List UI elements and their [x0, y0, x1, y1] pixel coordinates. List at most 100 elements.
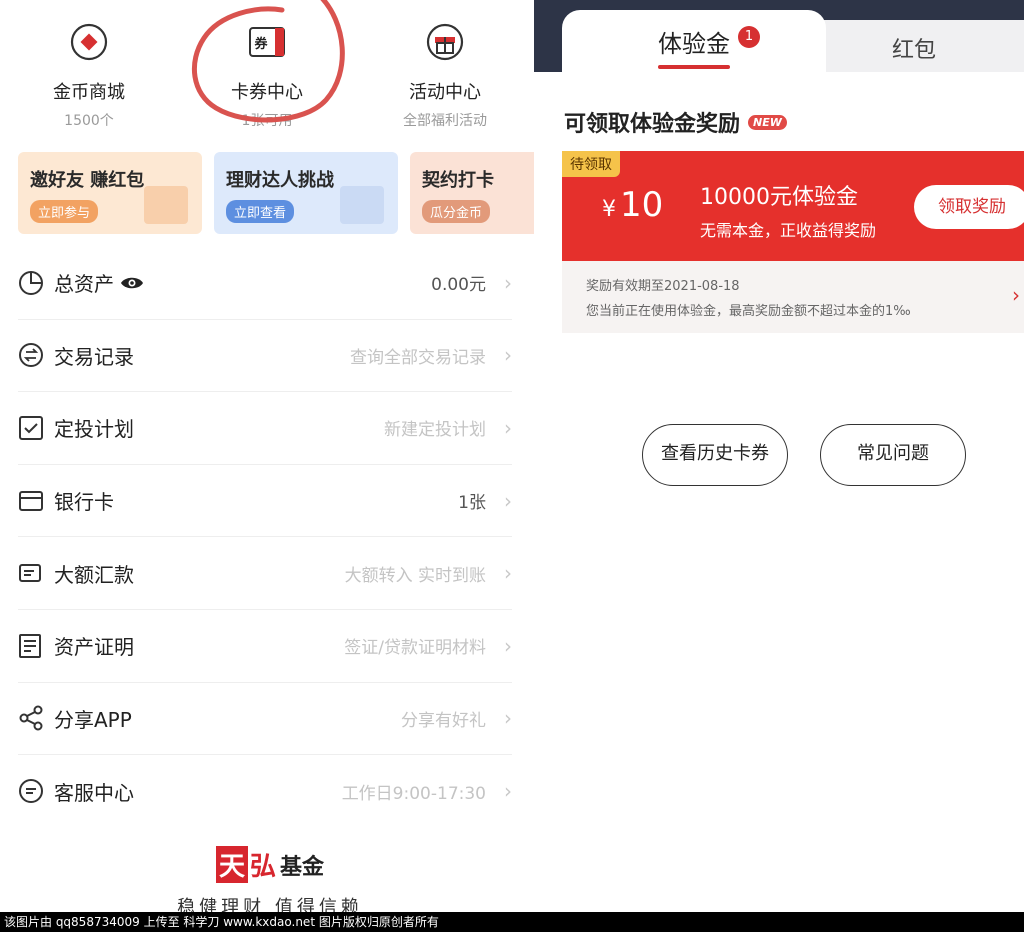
coupon-icon-glyph: 券 — [254, 36, 268, 52]
gold-coin-count: 1500个 — [64, 113, 114, 129]
card-title: 10000元体验金 — [700, 185, 858, 210]
coupon-center-title: 卡券中心 — [231, 82, 303, 103]
gold-coin-shop-icon — [69, 22, 109, 62]
menu-row-bank-card[interactable]: 银行卡 1张 › — [18, 465, 512, 538]
chevron-right-icon: › — [504, 779, 512, 804]
trial-fund-reward-card: 待领取 ¥10 10000元体验金 无需本金，正收益得奖励 领取奖励 奖励有效期… — [562, 151, 1024, 333]
activity-center-entry[interactable]: 活动中心 全部福利活动 — [356, 0, 534, 140]
tab-label: 红包 — [891, 38, 936, 63]
invite-banner-button[interactable]: 立即参与 — [30, 200, 99, 223]
menu-row-share-app[interactable]: 分享APP 分享有好礼 › — [18, 683, 512, 756]
logo-mark-2: 弘 — [249, 852, 276, 882]
logo-mark: 天 — [215, 846, 248, 883]
pie-chart-icon — [18, 269, 52, 297]
gift-box-icon — [425, 22, 465, 62]
validity-text: 奖励有效期至2021-08-18 — [586, 279, 740, 294]
tab-label: 体验金 — [658, 30, 730, 58]
transfer-icon — [18, 559, 52, 587]
exchange-icon — [18, 341, 52, 369]
account-menu-list: 总资产 0.00元 › 交易记录 查询全部交易记录 › 定投计划 新建定投计划 … — [18, 247, 512, 828]
left-panel-my-account: 金币商城 1500个 券 卡券中心 1张可用 活动中心 全部福利活动 邀好友 赚… — [0, 0, 534, 912]
promo-banners: 邀好友 赚红包 立即参与 理财达人挑战 立即查看 契约打卡 瓜分金币 — [18, 152, 534, 234]
yuan-illustration-icon — [340, 186, 384, 224]
challenge-banner-button[interactable]: 立即查看 — [226, 200, 295, 223]
chevron-right-icon: › — [504, 633, 512, 658]
menu-label: 总资产 — [54, 272, 114, 297]
gold-coin-shop-title: 金币商城 — [53, 82, 125, 103]
card-description: 无需本金，正收益得奖励 — [700, 221, 877, 240]
checkbox-icon — [18, 414, 52, 442]
section-title: 可领取体验金奖励 NEW — [564, 106, 787, 138]
customer-service-icon — [18, 777, 52, 805]
eye-icon[interactable] — [120, 275, 144, 291]
chevron-right-icon: › — [504, 343, 512, 368]
tab-trial-fund[interactable]: 体验金 1 — [562, 10, 826, 80]
invite-friends-banner[interactable]: 邀好友 赚红包 立即参与 — [18, 152, 202, 234]
check-in-banner-button[interactable]: 瓜分金币 — [422, 200, 491, 223]
bottom-actions: 查看历史卡券 常见问题 — [642, 424, 966, 486]
menu-label: 分享APP — [54, 707, 132, 732]
screenshot-root: 金币商城 1500个 券 卡券中心 1张可用 活动中心 全部福利活动 邀好友 赚… — [0, 0, 1024, 932]
menu-value: 1张 — [458, 493, 486, 514]
gold-coin-shop-entry[interactable]: 金币商城 1500个 — [0, 0, 178, 140]
chevron-right-icon: › — [1012, 283, 1020, 307]
new-badge: NEW — [748, 114, 787, 130]
menu-label: 资产证明 — [54, 635, 134, 660]
amount-value: 10 — [620, 185, 664, 225]
top-quick-entries: 金币商城 1500个 券 卡券中心 1张可用 活动中心 全部福利活动 — [0, 0, 534, 140]
menu-value: 查询全部交易记录 — [350, 347, 486, 368]
menu-value: 工作日9:00-17:30 — [341, 783, 486, 804]
menu-label: 银行卡 — [54, 490, 114, 515]
coupon-center-entry[interactable]: 券 卡券中心 1张可用 — [178, 0, 356, 140]
chevron-right-icon: › — [504, 415, 512, 440]
chevron-right-icon: › — [504, 561, 512, 586]
menu-value: 新建定投计划 — [384, 420, 486, 441]
menu-row-customer-service[interactable]: 客服中心 工作日9:00-17:30 › — [18, 755, 512, 828]
status-badge: 待领取 — [562, 151, 620, 177]
bank-card-icon — [18, 487, 52, 515]
card-details[interactable]: 奖励有效期至2021-08-18 您当前正在使用体验金，最高奖励金额不超过本金的… — [562, 261, 1024, 333]
share-icon — [18, 704, 52, 732]
tab-active-underline — [658, 65, 730, 69]
tab-red-packet[interactable]: 红包 — [804, 20, 1024, 72]
claim-reward-button[interactable]: 领取奖励 — [914, 185, 1024, 229]
menu-row-asset-certificate[interactable]: 资产证明 签证/贷款证明材料 › — [18, 610, 512, 683]
menu-row-investment-plan[interactable]: 定投计划 新建定投计划 › — [18, 392, 512, 465]
card-header: 待领取 ¥10 10000元体验金 无需本金，正收益得奖励 领取奖励 — [562, 151, 1024, 261]
logo-name: 基金 — [280, 854, 325, 880]
check-in-banner[interactable]: 契约打卡 瓜分金币 — [410, 152, 534, 234]
tab-count-badge: 1 — [738, 26, 760, 48]
menu-value: 大额转入 实时到账 — [344, 565, 486, 586]
currency-symbol: ¥ — [602, 197, 616, 222]
menu-label: 客服中心 — [54, 780, 134, 805]
activity-center-title: 活动中心 — [409, 82, 481, 103]
chevron-right-icon: › — [504, 706, 512, 731]
menu-row-transactions[interactable]: 交易记录 查询全部交易记录 › — [18, 320, 512, 393]
menu-value: 分享有好礼 — [401, 710, 486, 731]
faq-button[interactable]: 常见问题 — [820, 424, 966, 486]
menu-value: 0.00元 — [431, 275, 486, 296]
envelope-illustration-icon — [144, 186, 188, 224]
right-panel-coupons: 红包 体验金 1 可领取体验金奖励 NEW 待领取 ¥10 10000元体验金 无… — [534, 0, 1024, 912]
finance-challenge-banner[interactable]: 理财达人挑战 立即查看 — [214, 152, 398, 234]
chevron-right-icon: › — [504, 270, 512, 295]
menu-row-large-transfer[interactable]: 大额汇款 大额转入 实时到账 › — [18, 537, 512, 610]
usage-note: 您当前正在使用体验金，最高奖励金额不超过本金的1‰ — [586, 304, 911, 319]
check-in-banner-title: 契约打卡 — [422, 170, 494, 191]
view-history-coupons-button[interactable]: 查看历史卡券 — [642, 424, 788, 486]
watermark-footer: 该图片由 qq858734009 上传至 科学刀 www.kxdao.net 图… — [0, 912, 1024, 932]
logo-slogan: 稳健理财 值得信赖 — [177, 897, 363, 912]
activity-center-sub: 全部福利活动 — [403, 113, 487, 129]
coupon-available-count: 1张可用 — [241, 113, 293, 129]
document-icon — [18, 632, 52, 660]
menu-label: 大额汇款 — [54, 562, 134, 587]
reward-amount: ¥10 — [602, 185, 663, 225]
chevron-right-icon: › — [504, 488, 512, 513]
tianhong-fund-logo: 天弘基金 稳健理财 值得信赖 — [150, 846, 390, 912]
coupon-ticket-icon: 券 — [247, 22, 287, 62]
menu-value: 签证/贷款证明材料 — [344, 638, 486, 659]
menu-row-total-assets[interactable]: 总资产 0.00元 › — [18, 247, 512, 320]
menu-label: 定投计划 — [54, 417, 134, 442]
section-title-text: 可领取体验金奖励 — [564, 112, 741, 137]
menu-label: 交易记录 — [54, 344, 134, 369]
